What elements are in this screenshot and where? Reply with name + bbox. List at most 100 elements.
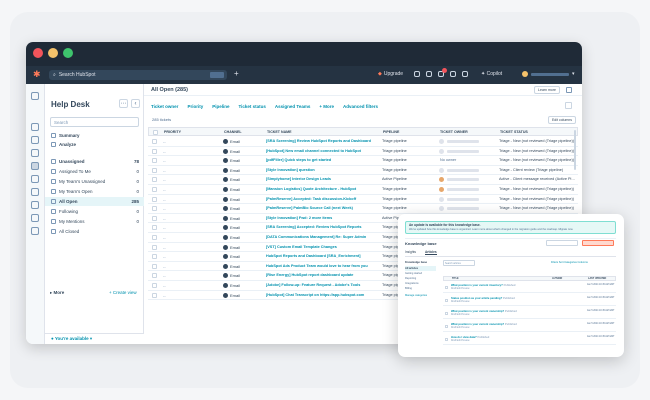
sidebar-item[interactable]: Unassigned 78 xyxy=(45,157,144,166)
kb-table-actions[interactable]: Filters Sort Categories Columns xyxy=(551,261,588,264)
upgrade-button[interactable]: ◆ Upgrade xyxy=(378,71,403,77)
account-menu[interactable]: ▾ xyxy=(522,71,575,77)
global-search-input[interactable]: ⌕ Search HubSpot xyxy=(49,70,227,80)
kb-row-checkbox[interactable] xyxy=(445,286,448,289)
panel-expand-icon[interactable] xyxy=(566,87,572,93)
kb-article-row[interactable]: Status position as your article pending?… xyxy=(443,296,616,306)
kb-column-header[interactable]: TITLE xyxy=(452,277,459,281)
row-checkbox[interactable] xyxy=(152,263,157,269)
select-all-checkbox[interactable] xyxy=(153,129,158,135)
table-row[interactable]: -- Email [HubSpot] New email channel conne… xyxy=(148,147,578,157)
ticket-name-link[interactable]: [pdfFiller] Quick steps to get started xyxy=(266,156,378,165)
ticket-name-link[interactable]: [PalmReserve] PalmBio Source Call (next … xyxy=(266,204,378,213)
sidebar-more-options-icon[interactable]: ⋯ xyxy=(119,99,128,108)
sidebar-more-button[interactable]: ▸ More xyxy=(50,290,64,296)
table-row[interactable]: -- Email [Style Innovation] question Triage… xyxy=(148,166,578,176)
sidebar-item[interactable]: All Open 285 xyxy=(45,197,144,206)
reporting-icon[interactable] xyxy=(31,188,39,196)
table-row[interactable]: -- Email [PalmReserve] Accepted: Task disc… xyxy=(148,195,578,205)
kb-row-checkbox[interactable] xyxy=(445,325,448,328)
copilot-button[interactable]: ✦ Copilot xyxy=(481,71,502,77)
availability-toggle[interactable]: ● You're available ▾ xyxy=(45,333,144,344)
row-checkbox[interactable] xyxy=(152,187,157,192)
sidebar-item[interactable]: Assigned To Me 0 xyxy=(45,167,144,176)
create-view-button[interactable]: + Create view xyxy=(109,290,137,295)
row-checkbox[interactable] xyxy=(152,292,157,298)
window-maximize-dot[interactable] xyxy=(63,48,73,58)
table-scrollbar[interactable] xyxy=(574,130,576,170)
table-row[interactable]: -- Email [SRA Screening] Review HubSpot Re… xyxy=(148,137,578,147)
row-checkbox[interactable] xyxy=(152,148,157,154)
kb-article-row[interactable]: What position is your current ownership?… xyxy=(443,309,616,319)
column-header[interactable]: PIPELINE xyxy=(383,128,399,136)
row-checkbox[interactable] xyxy=(152,206,157,212)
kb-article-actions[interactable]: Draft Edit Preview xyxy=(451,301,469,303)
ticket-name-link[interactable]: HubSpot Ads Product Team would love to h… xyxy=(266,262,378,271)
edit-columns-button[interactable]: Edit columns xyxy=(548,116,576,124)
marketing-icon[interactable] xyxy=(31,136,39,144)
row-checkbox[interactable] xyxy=(152,225,157,231)
kb-article-title[interactable]: How do I view data? Published xyxy=(451,336,489,339)
marketplace-icon[interactable] xyxy=(426,71,432,77)
data-icon[interactable] xyxy=(31,201,39,209)
kb-article-actions[interactable]: Draft Edit Preview xyxy=(451,314,469,316)
kb-row-checkbox[interactable] xyxy=(445,338,448,341)
filter-button[interactable]: Pipeline xyxy=(212,104,229,109)
ticket-name-link[interactable]: [Style Innovation] Fwd: 2 more items xyxy=(266,214,378,223)
row-checkbox[interactable] xyxy=(152,196,157,202)
row-checkbox[interactable] xyxy=(152,167,157,173)
kb-article-row[interactable]: What position is your current ownership?… xyxy=(443,322,616,332)
kb-article-row[interactable]: What position is your current inventory?… xyxy=(443,283,616,293)
filter-button[interactable]: + More xyxy=(319,104,334,109)
row-checkbox[interactable] xyxy=(152,139,157,144)
sidebar-item[interactable]: Summary xyxy=(45,131,144,140)
sidebar-search-input[interactable]: Search xyxy=(50,117,139,127)
column-header[interactable]: TICKET OWNER xyxy=(440,128,468,136)
sidebar-collapse-icon[interactable]: ‹ xyxy=(131,99,140,108)
ticket-name-link[interactable]: [DATA Communications Management] Re: Sup… xyxy=(266,233,378,242)
settings-gear-icon[interactable] xyxy=(450,71,456,77)
sidebar-item[interactable]: Following 0 xyxy=(45,207,144,216)
ticket-name-link[interactable]: HubSpot Reports and Dashboard [SRA_Enric… xyxy=(266,252,378,261)
kb-article-title[interactable]: What position is your current ownership?… xyxy=(451,323,517,326)
kb-article-title[interactable]: What position is your current inventory?… xyxy=(451,284,515,287)
ticket-name-link[interactable]: [Adobe] Follow-up: Feature Request - Ado… xyxy=(266,281,378,290)
row-checkbox[interactable] xyxy=(152,215,157,221)
table-row[interactable]: -- Email [pdfFiller] Quick steps to get st… xyxy=(148,156,578,166)
row-checkbox[interactable] xyxy=(152,177,157,183)
table-row[interactable]: -- Email [PalmReserve] PalmBio Source Call… xyxy=(148,204,578,214)
row-checkbox[interactable] xyxy=(152,283,157,288)
filter-button[interactable]: Assigned Teams xyxy=(275,104,310,109)
contacts-icon[interactable] xyxy=(31,123,39,131)
ticket-name-link[interactable]: [SRA Screening] Accepted: Review HubSpot… xyxy=(266,223,378,232)
kb-article-title[interactable]: Status position as your article pending?… xyxy=(451,297,515,300)
kb-article-actions[interactable]: Draft Edit Preview xyxy=(451,340,469,342)
bell-icon[interactable] xyxy=(462,71,468,77)
commerce-icon[interactable] xyxy=(31,227,39,235)
ticket-name-link[interactable]: [VST] Custom Email Template Changes xyxy=(266,243,378,252)
learn-more-button[interactable]: Learn more xyxy=(534,86,560,94)
kb-article-actions[interactable]: Draft Edit Preview xyxy=(451,327,469,329)
window-close-dot[interactable] xyxy=(33,48,43,58)
sales-icon[interactable] xyxy=(31,149,39,157)
row-checkbox[interactable] xyxy=(152,244,157,250)
service-icon[interactable] xyxy=(31,162,39,170)
kb-row-checkbox[interactable] xyxy=(445,299,448,302)
kb-column-header[interactable]: AUTHOR xyxy=(552,277,562,281)
kb-row-checkbox[interactable] xyxy=(445,312,448,315)
sidebar-item[interactable]: My Team's Unassigned 0 xyxy=(45,177,144,186)
ticket-name-link[interactable]: [Style Innovation] question xyxy=(266,166,378,175)
ticket-name-link[interactable]: [Mansion Logistics] Quote Architecture -… xyxy=(266,185,378,194)
library-icon[interactable] xyxy=(31,214,39,222)
table-row[interactable]: -- Email [Mansion Logistics] Quote Archite… xyxy=(148,185,578,195)
kb-article-row[interactable]: How do I view data? Published Draft Edit … xyxy=(443,335,616,345)
bookmark-icon[interactable] xyxy=(31,92,39,100)
create-plus-icon[interactable]: + xyxy=(234,69,239,78)
ticket-name-link[interactable]: [HubSpot] Chat Transcript on https://app… xyxy=(266,291,378,300)
ticket-name-link[interactable]: [SRA Screening] Review HubSpot Reports a… xyxy=(266,137,378,146)
kb-search-input[interactable]: Search articles xyxy=(443,260,475,266)
sidebar-item[interactable]: Analyze xyxy=(45,140,144,149)
row-checkbox[interactable] xyxy=(152,158,157,164)
kb-settings-button[interactable] xyxy=(546,240,578,246)
phone-icon[interactable] xyxy=(414,71,420,77)
